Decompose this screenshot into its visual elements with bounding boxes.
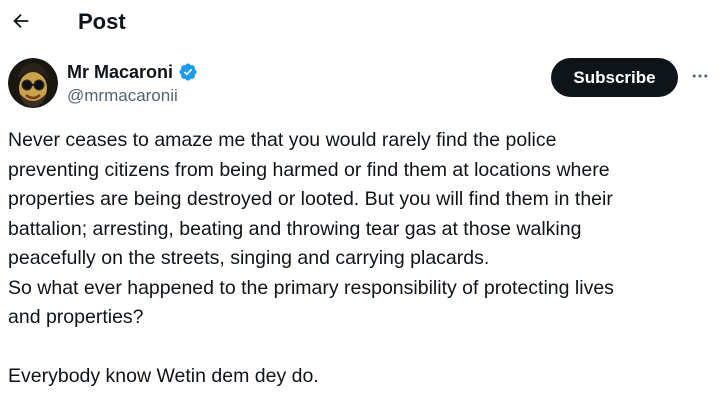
verified-badge-icon	[178, 62, 198, 82]
top-bar: Post	[0, 0, 720, 44]
more-options-button[interactable]	[688, 64, 712, 88]
author-handle[interactable]: @mrmacaronii	[67, 85, 178, 107]
author-row: Mr Macaroni	[67, 60, 198, 84]
more-horizontal-icon	[690, 66, 710, 86]
tweet-line: peacefully on the streets, singing and c…	[8, 247, 490, 269]
tweet-line: battalion; arresting, beating and throwi…	[8, 217, 582, 240]
tweet-line: and properties?	[8, 306, 144, 328]
page-title: Post	[78, 9, 126, 34]
tweet-line: properties are being destroyed or looted…	[8, 188, 613, 210]
tweet-line: Never ceases to amaze me that you would …	[8, 129, 557, 151]
tweet-line: preventing citizens from being harmed or…	[8, 158, 610, 181]
avatar[interactable]	[8, 58, 58, 108]
back-button[interactable]	[6, 6, 36, 36]
tweet-line: So what ever happened to the primary res…	[8, 276, 614, 299]
subscribe-button[interactable]: Subscribe	[551, 58, 678, 97]
tweet-line: Everybody know Wetin dem dey do.	[8, 365, 319, 387]
author-name[interactable]: Mr Macaroni	[67, 60, 173, 84]
tweet-text: Never ceases to amaze me that you would …	[8, 126, 714, 392]
arrow-left-icon	[10, 10, 32, 32]
